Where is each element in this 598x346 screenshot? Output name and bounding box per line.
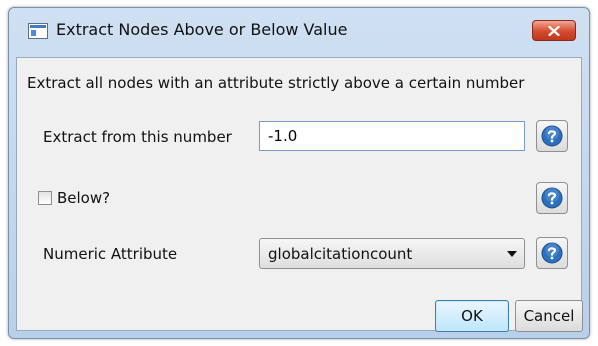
attribute-label: Numeric Attribute xyxy=(43,245,178,263)
question-icon xyxy=(541,187,563,209)
below-checkbox[interactable] xyxy=(38,191,52,205)
attribute-help-button[interactable] xyxy=(536,237,568,269)
cancel-button[interactable]: Cancel xyxy=(515,300,583,332)
window-title: Extract Nodes Above or Below Value xyxy=(56,20,348,39)
number-input[interactable] xyxy=(259,121,525,151)
description-text: Extract all nodes with an attribute stri… xyxy=(27,74,525,92)
dialog-window: Extract Nodes Above or Below Value Extra… xyxy=(8,7,590,339)
attribute-selected-value: globalcitationcount xyxy=(268,245,413,263)
question-icon xyxy=(541,125,563,147)
close-button[interactable] xyxy=(532,20,576,41)
window-icon xyxy=(28,23,48,39)
below-label: Below? xyxy=(57,189,111,207)
dialog-body: Extract all nodes with an attribute stri… xyxy=(16,57,583,332)
close-icon xyxy=(548,25,560,36)
number-label: Extract from this number xyxy=(43,128,232,146)
ok-button[interactable]: OK xyxy=(435,300,509,332)
attribute-select[interactable]: globalcitationcount xyxy=(259,238,525,269)
question-icon xyxy=(541,242,563,264)
title-bar[interactable]: Extract Nodes Above or Below Value xyxy=(9,8,589,52)
number-help-button[interactable] xyxy=(536,120,568,152)
chevron-down-icon xyxy=(507,251,517,257)
below-help-button[interactable] xyxy=(536,182,568,214)
